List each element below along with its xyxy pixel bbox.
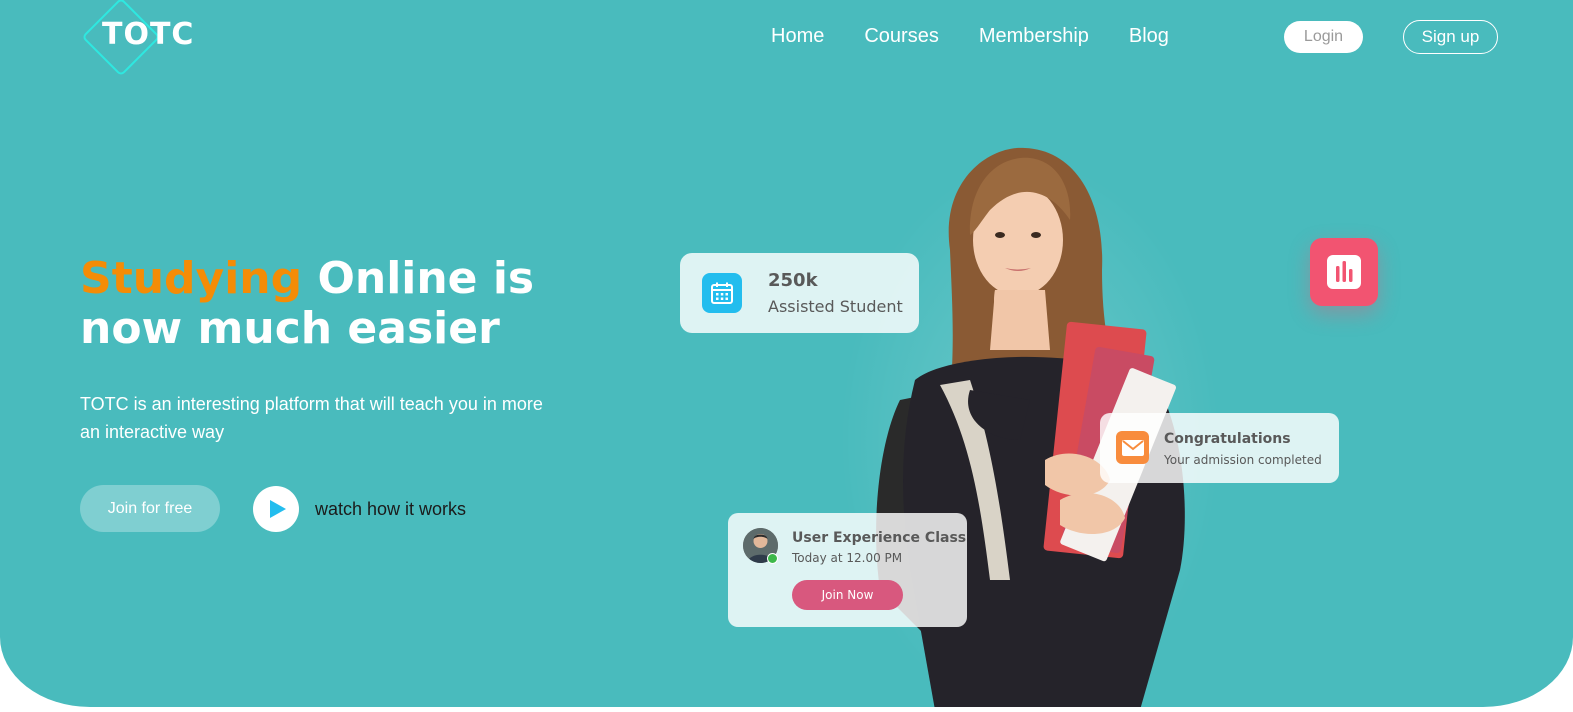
watch-how-it-works-link[interactable]: watch how it works [315, 499, 466, 520]
headline-accent: Studying [80, 253, 303, 304]
nav-courses[interactable]: Courses [864, 25, 938, 48]
online-status-dot [767, 553, 778, 564]
logo[interactable]: TOTC [81, 0, 212, 77]
headline-rest-2: now much easier [80, 303, 500, 354]
calendar-icon [702, 273, 742, 313]
congrats-subtitle: Your admission completed [1164, 453, 1322, 467]
main-nav: Home Courses Membership Blog [771, 25, 1169, 48]
students-label: Assisted Student [768, 297, 903, 316]
nav-membership[interactable]: Membership [979, 25, 1089, 48]
hero-headline: Studying Online is now much easier [80, 254, 600, 354]
students-count: 250k [768, 270, 818, 291]
hero-subtext: TOTC is an interesting platform that wil… [80, 394, 543, 442]
assisted-students-card: 250k Assisted Student [680, 253, 919, 333]
bar-chart-icon [1310, 238, 1378, 306]
mail-icon [1116, 431, 1149, 464]
hero-section: TOTC Home Courses Membership Blog Login … [0, 0, 1573, 707]
logo-text: TOTC [102, 17, 195, 52]
play-icon [270, 500, 286, 518]
class-time: Today at 12.00 PM [792, 551, 903, 565]
login-button[interactable]: Login [1284, 21, 1363, 53]
join-for-free-button[interactable]: Join for free [80, 485, 220, 532]
signup-button[interactable]: Sign up [1403, 20, 1498, 54]
class-title: User Experience Class [792, 530, 967, 546]
nav-blog[interactable]: Blog [1129, 25, 1169, 48]
play-button[interactable] [253, 486, 299, 532]
join-now-button[interactable]: Join Now [792, 580, 903, 610]
headline-rest-1: Online is [302, 253, 535, 304]
class-card: User Experience Class Today at 12.00 PM … [728, 513, 967, 627]
congrats-title: Congratulations [1164, 431, 1291, 447]
congratulations-card: Congratulations Your admission completed [1100, 413, 1339, 483]
nav-home[interactable]: Home [771, 25, 824, 48]
